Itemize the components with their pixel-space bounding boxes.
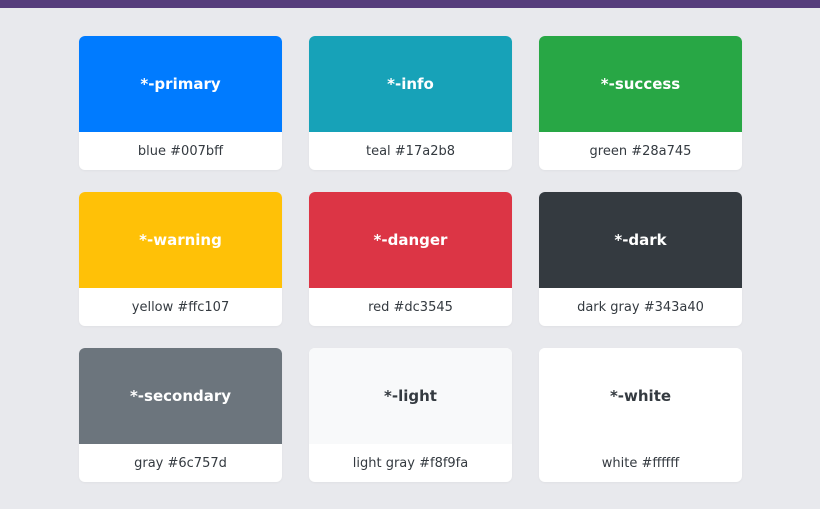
- color-caption: gray #6c757d: [134, 455, 227, 471]
- color-caption: green #28a745: [589, 143, 692, 159]
- color-swatch: *-secondary: [79, 348, 282, 444]
- swatch-label: *-secondary: [129, 387, 232, 405]
- color-caption: teal #17a2b8: [365, 143, 455, 159]
- color-swatch: *-warning: [79, 192, 282, 288]
- color-caption: yellow #ffc107: [131, 299, 230, 315]
- color-card-danger: *-danger red #dc3545: [309, 192, 512, 326]
- color-swatch: *-light: [309, 348, 512, 444]
- color-palette-grid: *-primary blue #007bff *-info teal #17a2…: [79, 36, 742, 482]
- color-swatch: *-primary: [79, 36, 282, 132]
- swatch-label: *-white: [609, 387, 672, 405]
- color-swatch: *-success: [539, 36, 742, 132]
- swatch-label: *-success: [600, 75, 681, 93]
- color-card-secondary: *-secondary gray #6c757d: [79, 348, 282, 482]
- color-card-info: *-info teal #17a2b8: [309, 36, 512, 170]
- swatch-label: *-light: [384, 387, 437, 405]
- swatch-label: *-warning: [139, 231, 222, 249]
- color-swatch: *-danger: [309, 192, 512, 288]
- color-swatch: *-dark: [539, 192, 742, 288]
- swatch-label: *-danger: [373, 231, 448, 249]
- color-caption: dark gray #343a40: [577, 299, 704, 315]
- color-swatch: *-info: [309, 36, 512, 132]
- color-caption: blue #007bff: [137, 143, 224, 159]
- color-caption: red #dc3545: [368, 299, 453, 315]
- color-card-light: *-light light gray #f8f9fa: [309, 348, 512, 482]
- color-card-white: *-white white #ffffff: [539, 348, 742, 482]
- color-card-warning: *-warning yellow #ffc107: [79, 192, 282, 326]
- color-card-success: *-success green #28a745: [539, 36, 742, 170]
- top-accent-bar: [0, 0, 820, 8]
- swatch-label: *-info: [387, 75, 434, 93]
- color-caption: white #ffffff: [601, 455, 680, 471]
- swatch-label: *-primary: [140, 75, 221, 93]
- color-swatch: *-white: [539, 348, 742, 444]
- color-card-dark: *-dark dark gray #343a40: [539, 192, 742, 326]
- swatch-label: *-dark: [614, 231, 667, 249]
- color-card-primary: *-primary blue #007bff: [79, 36, 282, 170]
- color-caption: light gray #f8f9fa: [352, 455, 469, 471]
